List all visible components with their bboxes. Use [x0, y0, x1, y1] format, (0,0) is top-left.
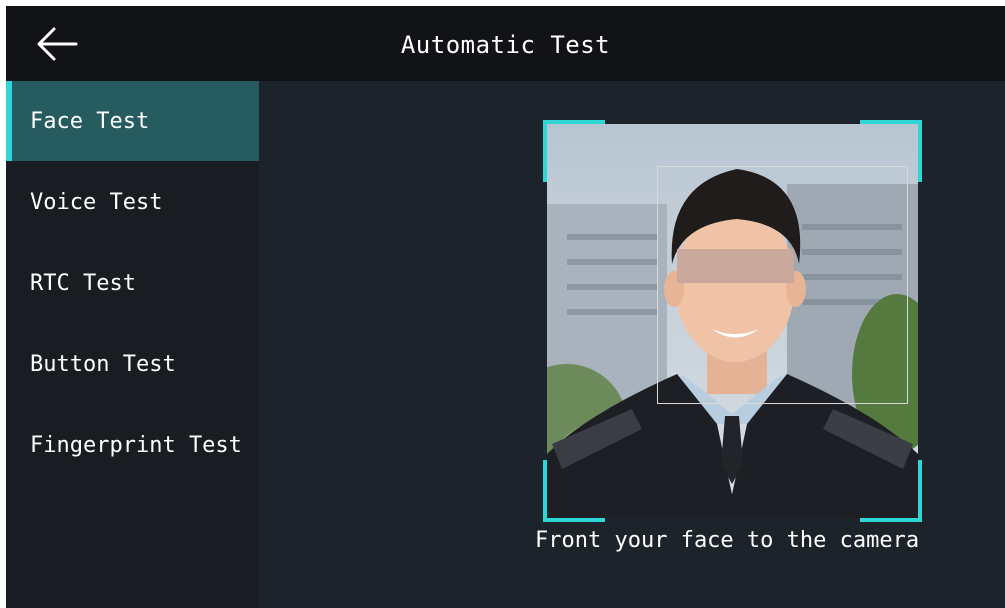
sidebar-item-voice-test[interactable]: Voice Test [6, 162, 259, 242]
device-screen: Automatic Test Face Test Voice Test RTC … [6, 6, 1005, 608]
sidebar-item-label: Face Test [30, 109, 150, 134]
sidebar-item-button-test[interactable]: Button Test [6, 324, 259, 404]
sidebar-item-label: Voice Test [30, 190, 163, 215]
sidebar-item-rtc-test[interactable]: RTC Test [6, 243, 259, 323]
title-bar: Automatic Test [6, 6, 1005, 81]
sidebar-item-face-test[interactable]: Face Test [6, 81, 259, 161]
sidebar-item-label: Button Test [30, 352, 176, 377]
sidebar-item-label: RTC Test [30, 271, 136, 296]
sidebar: Face Test Voice Test RTC Test Button Tes… [6, 81, 259, 608]
sidebar-item-fingerprint-test[interactable]: Fingerprint Test [6, 405, 259, 485]
page-title: Automatic Test [400, 31, 611, 59]
camera-hint-text: Front your face to the camera [535, 528, 920, 553]
camera-preview [543, 120, 922, 522]
camera-frame-corners [543, 120, 922, 522]
sidebar-item-label: Fingerprint Test [30, 433, 242, 458]
